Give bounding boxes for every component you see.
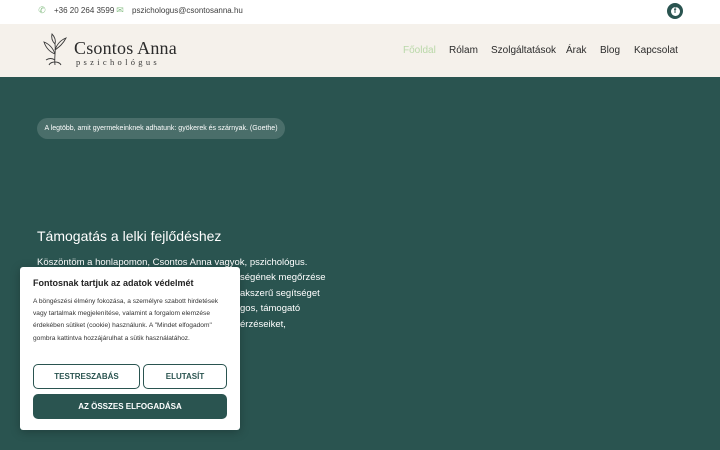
phone-contact[interactable]: ✆ +36 20 264 3599 <box>37 5 114 15</box>
quote-pill: A legtöbb, amit gyermekeinknek adhatunk:… <box>37 118 285 139</box>
hero-title: Támogatás a lelki fejlődéshez <box>37 228 222 244</box>
brand-subtitle: pszichológus <box>76 57 160 67</box>
phone-number[interactable]: +36 20 264 3599 <box>54 6 114 15</box>
reject-button[interactable]: ELUTASÍT <box>143 364 227 389</box>
hero-text-line: akszerű segítséget <box>240 288 320 299</box>
hero-text-line: gos, támogató <box>240 303 301 314</box>
cookie-title: Fontosnak tartjuk az adatok védelmét <box>33 278 194 288</box>
nav-item-rolam[interactable]: Rólam <box>449 45 478 56</box>
nav-item-szolgaltatasok[interactable]: Szolgáltatások <box>491 45 556 56</box>
email-address[interactable]: pszichologus@csontosanna.hu <box>132 6 243 15</box>
nav-item-kapcsolat[interactable]: Kapcsolat <box>634 45 678 56</box>
nav-item-arak[interactable]: Árak <box>566 45 587 56</box>
hero-text-line: ségének megőrzése <box>240 272 326 283</box>
nav-item-fooldal[interactable]: Főoldal <box>403 45 436 56</box>
brand-name[interactable]: Csontos Anna <box>74 38 177 59</box>
top-bar: ✆ +36 20 264 3599 ✉ pszichologus@csontos… <box>0 0 720 24</box>
facebook-icon[interactable]: f <box>667 3 683 19</box>
nav-item-blog[interactable]: Blog <box>600 45 620 56</box>
email-icon: ✉ <box>116 5 124 15</box>
cookie-text: A böngészési élmény fokozása, a személyr… <box>33 298 219 342</box>
accept-all-button[interactable]: AZ ÖSSZES ELFOGADÁSA <box>33 394 227 419</box>
email-contact[interactable]: ✉ pszichologus@csontosanna.hu <box>115 5 243 15</box>
customize-button[interactable]: TESTRESZABÁS <box>33 364 140 389</box>
site-header: Csontos Anna pszichológus Főoldal Rólam … <box>0 24 720 77</box>
hero-text-line: érzéseiket, <box>240 319 286 330</box>
logo-icon[interactable] <box>40 32 70 68</box>
phone-icon: ✆ <box>38 5 46 15</box>
cookie-consent-dialog: Fontosnak tartjuk az adatok védelmét A b… <box>20 267 240 430</box>
